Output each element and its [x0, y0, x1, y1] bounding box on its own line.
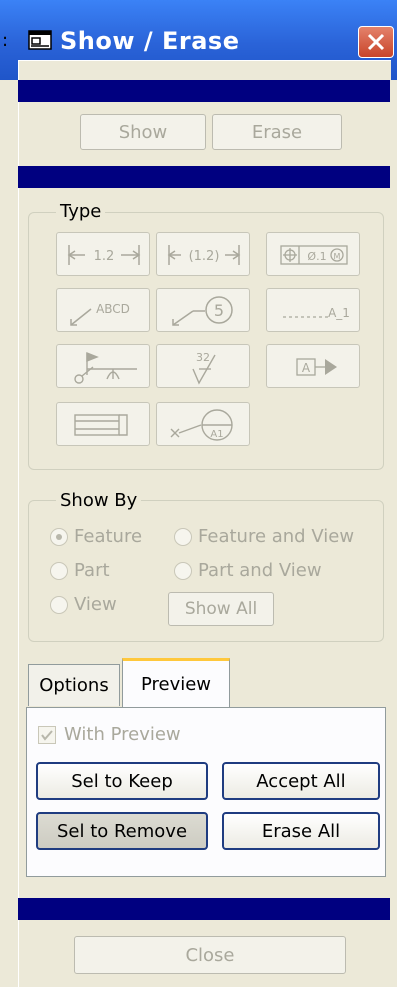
accept-all-button[interactable]: Accept All	[222, 762, 380, 800]
radio-button[interactable]	[50, 561, 68, 580]
radio-button[interactable]	[174, 561, 192, 580]
with-preview-label: With Preview	[64, 724, 181, 745]
svg-text:A: A	[302, 361, 311, 375]
sel-to-keep-button[interactable]: Sel to Keep	[36, 762, 208, 800]
reference-dimension-icon[interactable]: (1.2)	[156, 232, 250, 276]
balloon-icon[interactable]: 5	[156, 288, 250, 332]
svg-text:5: 5	[214, 301, 224, 320]
note-icon[interactable]: ABCD	[56, 288, 150, 332]
accent-bar-middle	[18, 166, 390, 188]
geometric-tolerance-icon[interactable]: Ø.1 M	[266, 232, 360, 276]
radio-feature-and-view[interactable]: Feature and View	[174, 526, 354, 547]
radio-button[interactable]	[50, 527, 68, 546]
window-title: Show / Erase	[60, 27, 240, 55]
radio-label: Part	[74, 560, 110, 581]
erase-all-button[interactable]: Erase All	[222, 812, 380, 850]
svg-text:ABCD: ABCD	[96, 302, 130, 316]
svg-text:1.2: 1.2	[94, 249, 115, 264]
radio-part-and-view[interactable]: Part and View	[174, 560, 322, 581]
symbol-icon[interactable]	[56, 344, 150, 388]
radio-label: Feature	[74, 526, 143, 547]
close-button[interactable]: Close	[74, 936, 346, 974]
with-preview-checkbox[interactable]	[38, 725, 56, 744]
radio-label: Feature and View	[198, 526, 355, 547]
close-icon[interactable]	[358, 26, 394, 58]
erase-button[interactable]: Erase	[212, 114, 342, 150]
svg-text:32: 32	[196, 351, 210, 364]
show-button[interactable]: Show	[80, 114, 206, 150]
datum-target-balloon-icon[interactable]: A1	[156, 402, 250, 446]
type-group-label: Type	[56, 201, 106, 222]
tab-options[interactable]: Options	[28, 664, 120, 706]
with-preview-checkbox-row[interactable]: With Preview	[38, 724, 181, 745]
svg-text:A_1: A_1	[328, 306, 350, 320]
axis-icon[interactable]: A_1	[266, 288, 360, 332]
show-all-button[interactable]: Show All	[168, 592, 274, 626]
svg-text:Ø.1: Ø.1	[307, 250, 326, 263]
dimension-icon[interactable]: 1.2	[56, 232, 150, 276]
radio-view[interactable]: View	[50, 594, 117, 615]
datum-target-icon[interactable]: A	[266, 344, 360, 388]
radio-part[interactable]: Part	[50, 560, 110, 581]
cosmetic-feature-icon[interactable]	[56, 402, 150, 446]
cursor-fragment: :	[2, 30, 9, 51]
radio-label: View	[74, 594, 117, 615]
surface-finish-icon[interactable]: 32	[156, 344, 250, 388]
radio-label: Part and View	[198, 560, 322, 581]
show-by-label: Show By	[56, 490, 142, 511]
svg-text:M: M	[334, 252, 341, 261]
svg-text:A1: A1	[210, 429, 223, 440]
svg-text:(1.2): (1.2)	[189, 249, 220, 264]
tab-preview[interactable]: Preview	[122, 658, 230, 708]
accent-bar-bottom	[18, 898, 390, 920]
radio-button[interactable]	[174, 527, 192, 546]
window-app-icon	[28, 30, 52, 50]
radio-feature[interactable]: Feature	[50, 526, 142, 547]
check-icon	[41, 729, 53, 741]
accent-bar-top	[18, 80, 390, 102]
sel-to-remove-button[interactable]: Sel to Remove	[36, 812, 208, 850]
radio-button[interactable]	[50, 595, 68, 614]
